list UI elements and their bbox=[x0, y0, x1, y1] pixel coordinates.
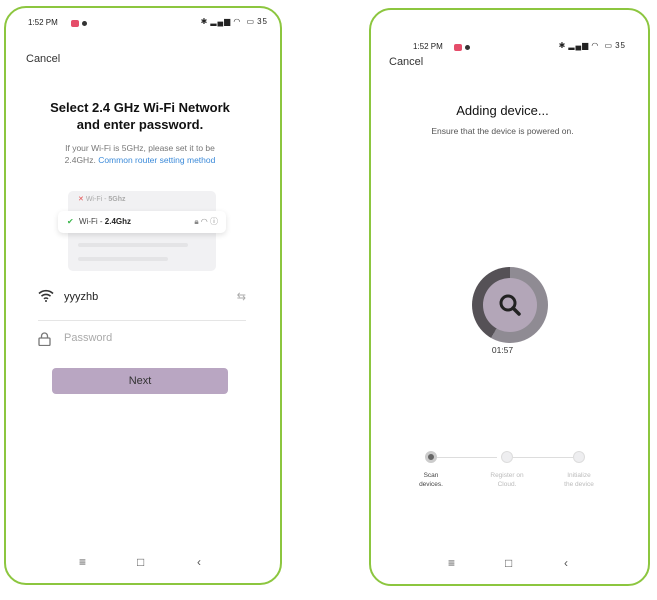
status-time: 1:52 PM bbox=[28, 18, 58, 27]
illustration-row-5ghz: ✕ Wi-Fi - 5Ghz bbox=[78, 196, 126, 203]
step-connector bbox=[437, 457, 497, 458]
step-label-initialize: Initialize the device bbox=[564, 472, 594, 488]
placeholder-bar bbox=[78, 243, 188, 247]
adding-device-card: Adding device... Ensure that the device … bbox=[381, 80, 624, 526]
phone-right: 1:52 PM ✱ ▂▄▆ ◠ ▭ 35 Cancel Adding device..… bbox=[369, 8, 650, 586]
switch-network-icon[interactable]: ⇆ bbox=[237, 290, 246, 303]
step-label-scan: Scan devices. bbox=[419, 472, 443, 488]
page-title-line1: Select 2.4 GHz Wi-Fi Network bbox=[50, 100, 230, 115]
cross-icon: ✕ bbox=[78, 196, 84, 203]
cancel-button[interactable]: Cancel bbox=[389, 56, 423, 68]
battery-icon: ▭ bbox=[604, 41, 614, 50]
countdown-timer: 01:57 bbox=[491, 345, 514, 355]
status-bar: 1:52 PM ✱ ▂▄▆ ◠ ▭ 35 bbox=[6, 16, 280, 32]
signal-icon: ▂▄▆ bbox=[568, 41, 590, 50]
home-icon[interactable]: □ bbox=[137, 555, 144, 569]
illustration-row-24ghz: ✔ Wi-Fi - 2.4Ghz 🔒︎ ◠ ⓘ bbox=[58, 211, 226, 233]
subtitle-line1: If your Wi-Fi is 5GHz, please set it to … bbox=[65, 143, 215, 153]
signal-icon: ▂▄▆ bbox=[210, 17, 232, 26]
system-navbar: ≡ □ ‹ bbox=[371, 546, 648, 584]
page-title-line2: and enter password. bbox=[76, 117, 204, 132]
page-title: Adding device... bbox=[456, 103, 549, 118]
subtitle: Ensure that the device is powered on. bbox=[431, 126, 574, 136]
status-icons: ✱ ▂▄▆ ◠ ▭ 35 bbox=[557, 41, 626, 50]
cancel-button[interactable]: Cancel bbox=[26, 53, 60, 65]
password-field[interactable] bbox=[62, 331, 216, 345]
back-icon[interactable]: ‹ bbox=[564, 556, 568, 570]
battery-icon: ▭ bbox=[246, 17, 256, 26]
battery-level: 35 bbox=[257, 17, 268, 26]
step-dot-scan bbox=[425, 451, 437, 463]
search-icon bbox=[499, 294, 521, 316]
check-icon: ✔ bbox=[67, 217, 74, 226]
menu-icon[interactable]: ≡ bbox=[448, 556, 455, 570]
placeholder-bar bbox=[78, 257, 168, 261]
wifi-status-icon: ◠ bbox=[233, 17, 242, 26]
step-label-register: Register on Cloud. bbox=[490, 472, 524, 488]
progress-spinner bbox=[472, 267, 548, 343]
wifi-name-value: yyyzhb bbox=[64, 291, 99, 303]
home-icon[interactable]: □ bbox=[505, 556, 512, 570]
status-icons: ✱ ▂▄▆ ◠ ▭ 35 bbox=[199, 17, 268, 26]
divider bbox=[38, 320, 246, 321]
lock-wifi-info-icons: 🔒︎ ◠ ⓘ bbox=[194, 217, 218, 226]
wifi-illustration: ✕ Wi-Fi - 5Ghz ✔ Wi-Fi - 2.4Ghz 🔒︎ ◠ ⓘ bbox=[58, 191, 226, 271]
wifi-form-card: Select 2.4 GHz Wi-Fi Network and enter p… bbox=[20, 74, 260, 526]
phone-left: 1:52 PM ✱ ▂▄▆ ◠ ▭ 35 Cancel Select 2.4 GHz … bbox=[4, 6, 282, 585]
bluetooth-icon: ✱ bbox=[200, 17, 209, 26]
subtitle-prefix: 2.4GHz. bbox=[64, 155, 96, 165]
subtitle-line2: 2.4GHz. Common router setting method bbox=[30, 154, 250, 166]
battery-level: 35 bbox=[615, 41, 626, 50]
status-bar: 1:52 PM ✱ ▂▄▆ ◠ ▭ 35 bbox=[371, 18, 648, 52]
wifi-status-icon: ◠ bbox=[591, 41, 600, 50]
back-icon[interactable]: ‹ bbox=[197, 555, 201, 569]
dot-icon bbox=[82, 21, 87, 27]
router-setting-link[interactable]: Common router setting method bbox=[98, 155, 215, 165]
password-row[interactable] bbox=[38, 329, 246, 353]
wifi-name-row[interactable]: yyyzhb ⇆ bbox=[38, 286, 246, 310]
menu-icon[interactable]: ≡ bbox=[79, 555, 86, 569]
system-navbar: ≡ □ ‹ bbox=[6, 545, 280, 583]
record-icon bbox=[71, 20, 79, 28]
next-button[interactable]: Next bbox=[52, 368, 228, 394]
step-dot-initialize bbox=[573, 451, 585, 463]
status-time: 1:52 PM bbox=[413, 42, 443, 51]
dot-icon bbox=[465, 45, 470, 51]
step-dot-register bbox=[501, 451, 513, 463]
record-icon bbox=[454, 44, 462, 52]
step-connector bbox=[513, 457, 573, 458]
bluetooth-icon: ✱ bbox=[558, 41, 567, 50]
lock-icon bbox=[38, 332, 51, 349]
wifi-icon bbox=[38, 289, 54, 305]
